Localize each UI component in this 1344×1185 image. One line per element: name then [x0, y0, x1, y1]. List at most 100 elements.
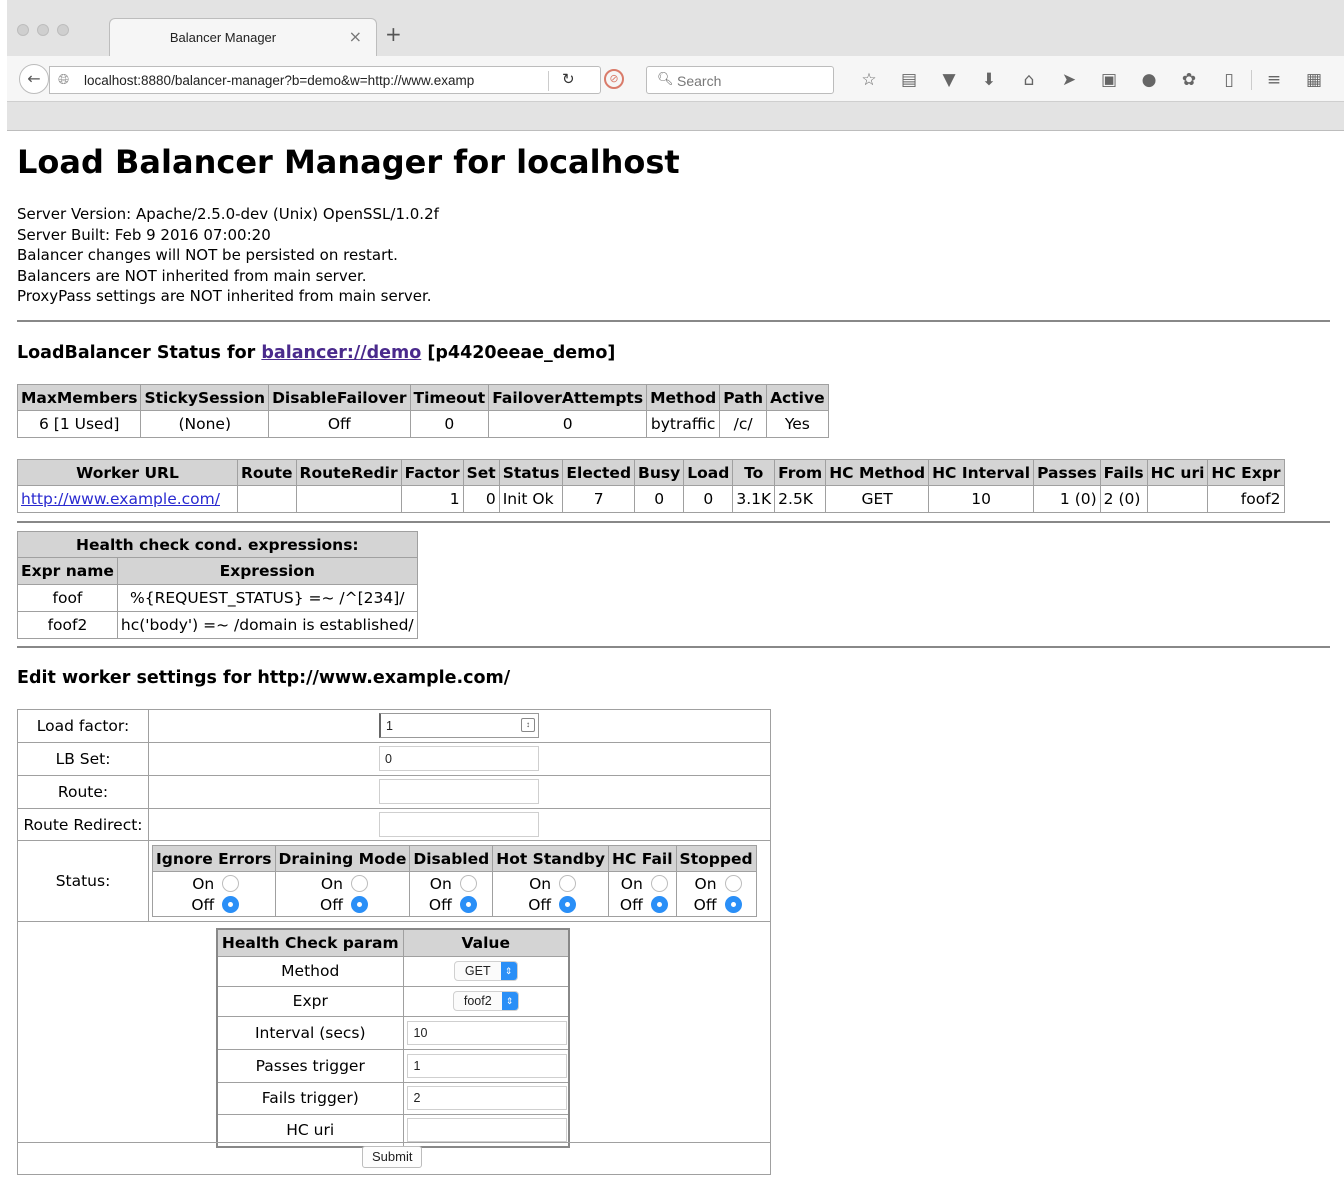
tab-balancer-manager[interactable]: Balancer Manager × [109, 18, 377, 56]
grid-icon[interactable]: ▦ [1294, 70, 1334, 90]
search-input[interactable]: Search [677, 73, 721, 89]
load-factor-input[interactable]: 1 ↕ [379, 713, 539, 738]
table-row: Expr foof2 ⇕ [216, 985, 570, 1017]
col-load: Load [683, 459, 734, 486]
back-button[interactable]: ← [19, 64, 49, 94]
clipboard-icon[interactable]: ▯ [1209, 70, 1249, 90]
ignore-errors-on-radio[interactable] [222, 875, 240, 892]
chevron-updown-icon: ⇕ [501, 992, 518, 1010]
submit-button[interactable]: Submit [362, 1146, 423, 1168]
hc-fails-input[interactable]: 2 [406, 1086, 567, 1110]
route-input[interactable] [379, 779, 539, 804]
route-redirect-input[interactable] [379, 812, 539, 837]
save-icon[interactable]: ▣ [1089, 70, 1129, 90]
cell-hc-expr: foof2 [1207, 485, 1285, 513]
hc-interval-input[interactable]: 10 [406, 1020, 567, 1045]
url-text[interactable]: localhost:8880/balancer-manager?b=demo&w… [84, 73, 514, 88]
tab-bar: Balancer Manager × + [7, 0, 1344, 56]
cell-expression: %{REQUEST_STATUS} =~ /^[234]/ [116, 584, 418, 612]
send-icon[interactable]: ➤ [1049, 70, 1089, 90]
table-header-row: Ignore Errors Draining Mode Disabled Hot… [152, 845, 757, 872]
ignore-errors-off-radio[interactable] [222, 896, 240, 913]
close-window-button[interactable] [17, 24, 29, 36]
route-redirect-row: Route Redirect: [18, 809, 770, 841]
url-bar[interactable]: 🌐︎ localhost:8880/balancer-manager?b=dem… [49, 66, 601, 94]
off-option: Off [493, 894, 608, 915]
cell-expr-name: foof2 [17, 611, 118, 639]
disabled-cell: On Off [409, 871, 494, 917]
pocket-icon[interactable]: ▼ [929, 70, 969, 90]
hc-uri-input[interactable] [406, 1118, 567, 1143]
hc-fail-off-radio[interactable] [650, 896, 668, 913]
cell-busy: 0 [634, 485, 685, 513]
cell-passes: 1 (0) [1033, 485, 1101, 513]
off-label: Off [191, 895, 215, 914]
col-passes: Passes [1033, 459, 1101, 486]
bookmark-star-icon[interactable]: ☆ [849, 70, 889, 90]
col-disabled: Disabled [409, 845, 494, 872]
col-timeout: Timeout [409, 384, 490, 411]
on-label: On [620, 874, 643, 893]
cell-disablefailover: Off [268, 410, 411, 438]
hc-method-select[interactable]: GET ⇕ [453, 961, 518, 981]
hc-passes-input[interactable]: 1 [406, 1053, 567, 1078]
search-bar[interactable]: 🔍︎ Search [646, 66, 834, 94]
hc-passes-label: Passes trigger [216, 1048, 404, 1083]
cell-set: 0 [462, 485, 500, 513]
col-expr-name: Expr name [17, 557, 118, 585]
col-hc-method: HC Method [825, 459, 930, 486]
on-label: On [694, 874, 717, 893]
hc-expr-label: Expr [216, 985, 404, 1017]
hc-fail-on-radio[interactable] [650, 875, 668, 892]
new-tab-button[interactable]: + [385, 24, 402, 44]
draining-mode-off-radio[interactable] [350, 896, 368, 913]
maximize-window-button[interactable] [57, 24, 69, 36]
stopped-on-radio[interactable] [724, 875, 742, 892]
col-hc-param: Health Check param [216, 928, 404, 957]
hc-interval-cell: 10 [402, 1015, 570, 1050]
worker-url-link[interactable]: http://www.example.com/ [21, 490, 220, 508]
cell-hc-interval: 10 [928, 485, 1035, 513]
workers-table: Worker URL Route RouteRedir Factor Set S… [17, 459, 1285, 513]
toolbar-icons: ☆ ▤ ▼ ⬇ ⌂ ➤ ▣ ● ✿ ▯ ≡ ▦ [849, 66, 1334, 94]
disabled-on-radio[interactable] [459, 875, 477, 892]
hc-expressions-table: Health check cond. expressions: Expr nam… [17, 531, 418, 639]
hot-standby-on-radio[interactable] [559, 875, 577, 892]
reload-icon[interactable]: ↻ [562, 70, 575, 88]
col-hc-interval: HC Interval [928, 459, 1035, 486]
lb-set-input[interactable]: 0 [379, 746, 539, 771]
stopped-cell: On Off [675, 871, 757, 917]
search-icon: 🔍︎ [657, 72, 674, 87]
hc-expr-select[interactable]: foof2 ⇕ [452, 991, 519, 1011]
status-flags-table: Ignore Errors Draining Mode Disabled Hot… [152, 845, 757, 917]
off-option: Off [677, 894, 756, 915]
minimize-window-button[interactable] [37, 24, 49, 36]
chevron-updown-icon: ⇕ [500, 962, 517, 980]
spinner-icon[interactable]: ↕ [521, 718, 535, 732]
server-built: Server Built: Feb 9 2016 07:00:20 [17, 225, 271, 244]
home-icon[interactable]: ⌂ [1009, 70, 1049, 90]
lb-set-label: LB Set: [18, 743, 149, 775]
hc-expressions-title: Health check cond. expressions: [17, 531, 418, 558]
disabled-off-radio[interactable] [459, 896, 477, 913]
cell-failoverattempts: 0 [488, 410, 648, 438]
divider [17, 320, 1330, 322]
divider [17, 521, 1330, 523]
extension-icon[interactable]: ✿ [1169, 70, 1209, 90]
toolbar-divider [1251, 70, 1252, 90]
menu-icon[interactable]: ≡ [1254, 70, 1294, 90]
chat-icon[interactable]: ● [1129, 70, 1169, 90]
noscript-icon[interactable]: ⊘ [604, 69, 624, 89]
lb-set-row: LB Set: 0 [18, 743, 770, 776]
off-option: Off [153, 894, 275, 915]
table-row: Method GET ⇕ [216, 955, 570, 987]
draining-mode-on-radio[interactable] [350, 875, 368, 892]
col-stickysession: StickySession [140, 384, 270, 411]
close-tab-icon[interactable]: × [349, 27, 362, 46]
download-icon[interactable]: ⬇ [969, 70, 1009, 90]
balancer-link[interactable]: balancer://demo [261, 343, 421, 363]
hot-standby-off-radio[interactable] [559, 896, 577, 913]
stopped-off-radio[interactable] [724, 896, 742, 913]
reading-list-icon[interactable]: ▤ [889, 70, 929, 90]
table-row: http://www.example.com/ 1 0 Init Ok 7 0 … [17, 485, 1285, 513]
